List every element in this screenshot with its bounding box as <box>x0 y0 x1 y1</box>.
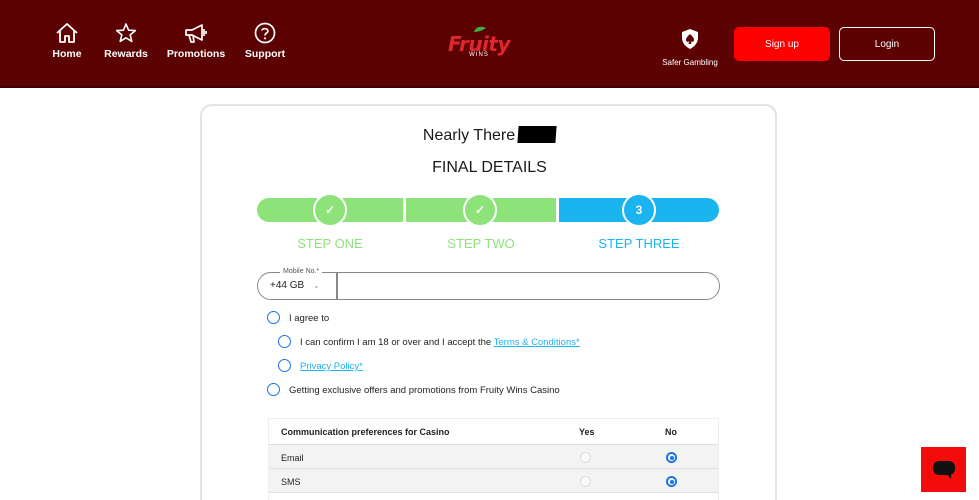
safer-gambling-label: Safer Gambling <box>662 58 718 67</box>
home-icon <box>56 23 78 43</box>
live-chat-button[interactable] <box>921 447 966 492</box>
nav-promotions[interactable]: Promotions <box>161 22 231 60</box>
communication-preferences-table: Communication preferences for Casino Yes… <box>268 418 719 500</box>
spade-shield-icon <box>682 29 698 49</box>
step-two-label: STEP TWO <box>447 236 515 251</box>
email-yes-radio[interactable] <box>580 452 591 463</box>
step-one-check-icon: ✓ <box>313 193 347 227</box>
agree-label: I agree to <box>289 313 330 324</box>
table-row: Email <box>269 445 718 469</box>
megaphone-icon <box>185 24 207 43</box>
nav-support-label: Support <box>244 48 286 60</box>
privacy-label: Privacy Policy* <box>300 361 363 372</box>
age-confirm-text: I can confirm I am 18 or over and I acce… <box>300 337 492 348</box>
help-icon <box>254 22 276 44</box>
mobile-number-legend: Mobile No.* <box>280 268 323 275</box>
nav-promotions-label: Promotions <box>166 48 226 60</box>
prefs-header: Communication preferences for Casino Yes… <box>269 419 718 445</box>
privacy-link[interactable]: Privacy Policy* <box>300 361 363 372</box>
chat-bubble-icon <box>933 461 955 475</box>
page-subtitle: FINAL DETAILS <box>432 159 547 176</box>
step-two-check-icon: ✓ <box>463 193 497 227</box>
step-one-label: STEP ONE <box>297 236 363 251</box>
agree-radio[interactable] <box>267 311 280 324</box>
page-title: Nearly There <box>0 126 979 145</box>
terms-link[interactable]: Terms & Conditions* <box>494 337 580 348</box>
fruity-wins-logo[interactable]: Fruity WINS <box>446 24 512 64</box>
sms-no-radio[interactable] <box>666 476 677 487</box>
sms-yes-radio[interactable] <box>580 476 591 487</box>
age-confirm-label: I can confirm I am 18 or over and I acce… <box>300 337 580 348</box>
privacy-radio[interactable] <box>278 359 291 372</box>
nav-rewards-label: Rewards <box>104 48 148 60</box>
email-no-radio[interactable] <box>666 452 677 463</box>
chevron-down-icon[interactable]: ⌄ <box>313 281 320 290</box>
prefs-yes-header: Yes <box>579 427 595 437</box>
site-header: Home Rewards Promotions Support Fruity W… <box>0 0 979 88</box>
country-code-select[interactable]: +44 GB <box>270 280 304 291</box>
login-button[interactable]: Login <box>839 27 935 61</box>
page-title-text: Nearly There <box>422 127 516 144</box>
step-three-label: STEP THREE <box>598 236 680 251</box>
prefs-no-header: No <box>665 427 677 437</box>
age-confirm-radio[interactable] <box>278 335 291 348</box>
mobile-number-field[interactable] <box>257 272 720 300</box>
offers-label: Getting exclusive offers and promotions … <box>289 385 560 396</box>
step-three-number: 3 <box>622 193 656 227</box>
redacted-name <box>517 126 557 143</box>
star-icon <box>115 23 137 43</box>
prefs-row-label: SMS <box>281 477 301 487</box>
chat-bubble-tail <box>946 473 951 479</box>
safer-gambling-link[interactable]: Safer Gambling <box>655 28 725 67</box>
signup-button[interactable]: Sign up <box>734 27 830 61</box>
nav-rewards[interactable]: Rewards <box>91 22 161 60</box>
prefs-row-label: Email <box>281 453 304 463</box>
nav-support[interactable]: Support <box>230 22 300 60</box>
offers-radio[interactable] <box>267 383 280 396</box>
cherry-leaf-icon <box>474 26 486 32</box>
table-row: SMS <box>269 469 718 493</box>
logo-text: Fruity <box>447 32 511 56</box>
field-divider <box>336 273 338 300</box>
prefs-title: Communication preferences for Casino <box>281 427 450 437</box>
